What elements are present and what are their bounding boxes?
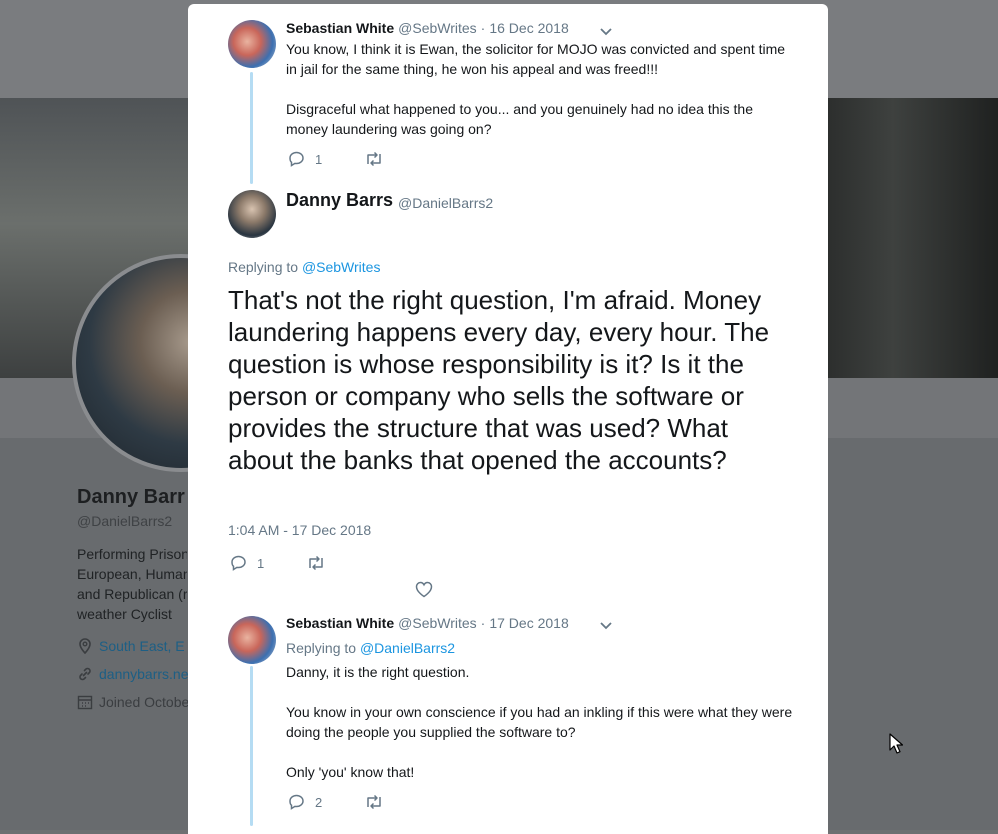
author-name[interactable]: Sebastian White	[286, 20, 394, 36]
retweet-icon	[309, 555, 323, 571]
tweet-date[interactable]: 16 Dec 2018	[489, 20, 568, 36]
author-name[interactable]: Danny Barrs	[286, 190, 393, 211]
retweet-icon	[367, 794, 381, 810]
calendar-icon	[77, 694, 93, 710]
chevron-down-icon[interactable]	[599, 27, 613, 37]
tweet-header: Sebastian White @SebWrites · 17 Dec 2018	[286, 615, 569, 631]
author-screen-name[interactable]: @SebWrites	[398, 615, 477, 631]
tweet-timestamp[interactable]: 1:04 AM - 17 Dec 2018	[228, 522, 371, 538]
avatar[interactable]	[228, 616, 276, 664]
profile-location: South East, E	[77, 638, 185, 654]
author-screen-name[interactable]: @SebWrites	[398, 20, 477, 36]
tweet-actions: 1	[288, 151, 384, 167]
tweet-date[interactable]: 17 Dec 2018	[489, 615, 568, 631]
thread-connector-line	[250, 666, 253, 826]
chevron-down-icon[interactable]	[599, 621, 613, 631]
profile-website[interactable]: dannybarrs.ne	[77, 666, 189, 682]
profile-bio: Performing Prison European, Human and Re…	[77, 546, 187, 622]
tweet-text: You know, I think it is Ewan, the solici…	[286, 41, 786, 137]
reply-icon	[231, 555, 246, 571]
mouse-cursor-icon	[889, 733, 903, 754]
reply-button[interactable]: 1	[230, 555, 264, 571]
tweet-header: Sebastian White @SebWrites · 16 Dec 2018	[286, 20, 569, 36]
reply-count: 2	[315, 794, 323, 810]
reply-button[interactable]: 1	[288, 151, 322, 167]
replying-to-link[interactable]: @SebWrites	[302, 259, 381, 275]
profile-name: Danny Barr	[77, 486, 185, 508]
reply-button[interactable]: 2	[288, 794, 322, 810]
author-name[interactable]: Sebastian White	[286, 615, 394, 631]
reply-icon	[289, 794, 304, 810]
location-pin-icon	[77, 638, 93, 654]
heart-icon[interactable]	[415, 581, 433, 598]
retweet-button[interactable]	[364, 151, 384, 167]
replying-to-link[interactable]: @DanielBarrs2	[360, 640, 455, 656]
retweet-icon	[367, 151, 381, 167]
tweet-text-large: That's not the right question, I'm afrai…	[228, 285, 770, 475]
tweet-text: Danny, it is the right question. You kno…	[286, 664, 793, 780]
tweet-modal: Sebastian White @SebWrites · 16 Dec 2018…	[188, 4, 828, 834]
profile-joined: Joined Octobe	[77, 694, 189, 710]
retweet-button[interactable]	[306, 555, 326, 571]
avatar[interactable]	[228, 20, 276, 68]
tweet-actions: 1	[230, 555, 326, 571]
replying-to: Replying to @SebWrites	[228, 259, 381, 275]
link-icon	[77, 666, 93, 682]
reply-count: 1	[257, 555, 265, 571]
author-screen-name[interactable]: @DanielBarrs2	[398, 195, 493, 211]
reply-icon	[289, 151, 304, 167]
avatar[interactable]	[228, 190, 276, 238]
retweet-button[interactable]	[364, 794, 384, 810]
replying-to: Replying to @DanielBarrs2	[286, 640, 456, 656]
reply-count: 1	[315, 151, 323, 167]
profile-handle: @DanielBarrs2	[77, 513, 173, 529]
tweet-actions: 2	[288, 794, 384, 810]
thread-connector-line	[250, 72, 253, 184]
